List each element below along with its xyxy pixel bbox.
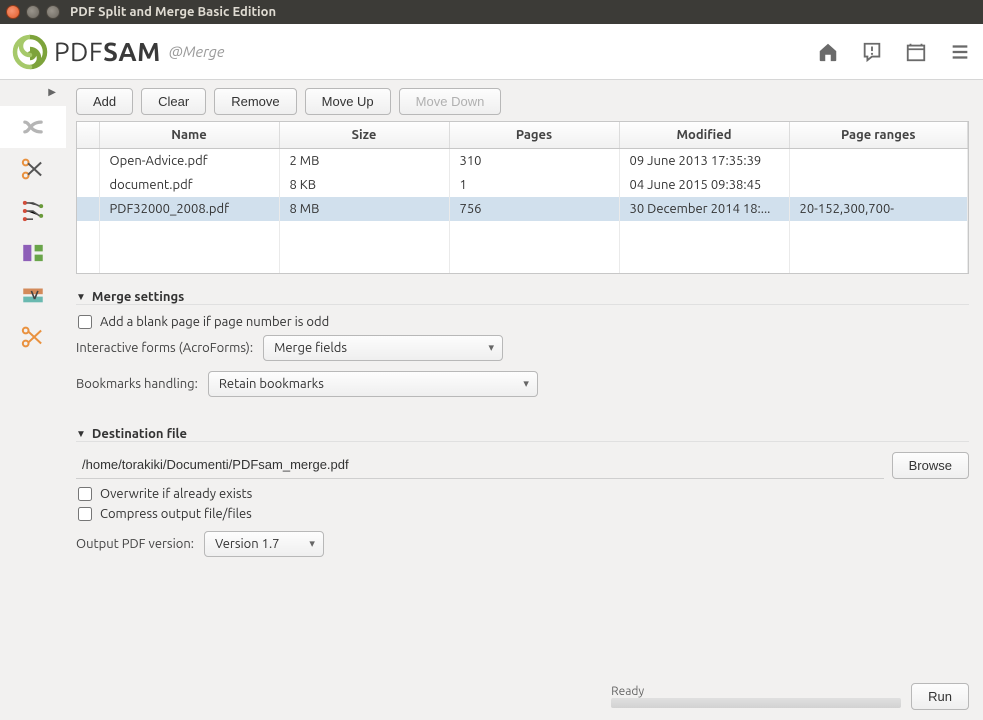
blank-odd-label: Add a blank page if page number is odd <box>100 315 329 329</box>
window-maximize-icon[interactable] <box>46 5 60 19</box>
news-icon[interactable] <box>905 41 927 63</box>
col-size[interactable]: Size <box>279 122 449 149</box>
clear-button[interactable]: Clear <box>141 88 206 115</box>
module-name: @Merge <box>169 43 225 60</box>
cell-size: 8 KB <box>279 173 449 197</box>
cell-pages: 310 <box>449 149 619 174</box>
sidebar-item-split[interactable] <box>0 148 66 190</box>
pdf-version-label: Output PDF version: <box>76 537 194 551</box>
window-minimize-icon[interactable] <box>26 5 40 19</box>
col-check[interactable] <box>77 122 99 149</box>
cell-modified: 04 June 2015 09:38:45 <box>619 173 789 197</box>
cell-name: Open-Advice.pdf <box>99 149 279 174</box>
destination-section: ▼ Destination file Browse Overwrite if a… <box>76 427 969 571</box>
run-button[interactable]: Run <box>911 683 969 710</box>
window-titlebar: PDF Split and Merge Basic Edition <box>0 0 983 24</box>
cell-size: 8 MB <box>279 197 449 221</box>
destination-title: Destination file <box>92 427 187 441</box>
moveup-button[interactable]: Move Up <box>305 88 391 115</box>
blank-odd-checkbox[interactable] <box>78 315 92 329</box>
remove-button[interactable]: Remove <box>214 88 296 115</box>
cell-ranges[interactable] <box>789 173 968 197</box>
status-text: Ready <box>611 685 901 698</box>
window-close-icon[interactable] <box>6 5 20 19</box>
sidebar-item-split-size[interactable] <box>0 232 66 274</box>
sidebar-expand-icon[interactable]: ▶ <box>0 86 66 106</box>
app-logo-icon <box>12 34 48 70</box>
table-toolbar: Add Clear Remove Move Up Move Down <box>76 88 969 115</box>
progress-bar <box>611 698 901 708</box>
cell-pages: 756 <box>449 197 619 221</box>
col-ranges[interactable]: Page ranges <box>789 122 968 149</box>
logo-pdf: PDF <box>54 37 103 66</box>
sidebar-item-split-bookmarks[interactable] <box>0 190 66 232</box>
sidebar: ▶ <box>0 80 66 720</box>
home-icon[interactable] <box>817 41 839 63</box>
cell-modified: 30 December 2014 18:... <box>619 197 789 221</box>
merge-settings-section: ▼ Merge settings Add a blank page if pag… <box>76 290 969 411</box>
menu-icon[interactable] <box>949 41 971 63</box>
table-row[interactable]: PDF32000_2008.pdf8 MB75630 December 2014… <box>77 197 968 221</box>
overwrite-checkbox[interactable] <box>78 487 92 501</box>
bookmarks-combo[interactable]: Retain bookmarks <box>208 371 538 397</box>
col-name[interactable]: Name <box>99 122 279 149</box>
collapse-icon: ▼ <box>76 428 86 440</box>
col-modified[interactable]: Modified <box>619 122 789 149</box>
sidebar-item-merge[interactable] <box>0 106 66 148</box>
cell-name: document.pdf <box>99 173 279 197</box>
cell-modified: 09 June 2013 17:35:39 <box>619 149 789 174</box>
cell-pages: 1 <box>449 173 619 197</box>
table-row[interactable]: Open-Advice.pdf2 MB31009 June 2013 17:35… <box>77 149 968 174</box>
files-table: Name Size Pages Modified Page ranges Ope… <box>76 121 969 274</box>
destination-input[interactable] <box>76 453 884 479</box>
pdf-version-combo[interactable]: Version 1.7 <box>204 531 324 557</box>
logo-sam: SAM <box>103 37 161 66</box>
bookmarks-label: Bookmarks handling: <box>76 377 198 391</box>
bookmarks-value: Retain bookmarks <box>219 377 324 391</box>
merge-settings-header[interactable]: ▼ Merge settings <box>76 290 969 305</box>
sidebar-item-alternate-mix[interactable] <box>0 274 66 316</box>
browse-button[interactable]: Browse <box>892 452 969 479</box>
app-header: PDFSAM @Merge <box>0 24 983 80</box>
destination-header[interactable]: ▼ Destination file <box>76 427 969 442</box>
cell-name: PDF32000_2008.pdf <box>99 197 279 221</box>
forms-value: Merge fields <box>274 341 347 355</box>
cell-ranges[interactable]: 20-152,300,700- <box>789 197 968 221</box>
app-logo-text: PDFSAM <box>54 37 161 66</box>
compress-checkbox[interactable] <box>78 507 92 521</box>
add-button[interactable]: Add <box>76 88 133 115</box>
sidebar-item-rotate[interactable] <box>0 316 66 358</box>
footer: Ready Run <box>76 669 969 710</box>
pdf-version-value: Version 1.7 <box>215 537 280 551</box>
forms-label: Interactive forms (AcroForms): <box>76 341 253 355</box>
forms-combo[interactable]: Merge fields <box>263 335 503 361</box>
movedown-button[interactable]: Move Down <box>399 88 502 115</box>
col-pages[interactable]: Pages <box>449 122 619 149</box>
compress-label: Compress output file/files <box>100 507 252 521</box>
cell-ranges[interactable] <box>789 149 968 174</box>
feedback-icon[interactable] <box>861 41 883 63</box>
table-row[interactable]: document.pdf8 KB104 June 2015 09:38:45 <box>77 173 968 197</box>
overwrite-label: Overwrite if already exists <box>100 487 252 501</box>
merge-settings-title: Merge settings <box>92 290 184 304</box>
window-title: PDF Split and Merge Basic Edition <box>70 5 276 19</box>
cell-size: 2 MB <box>279 149 449 174</box>
collapse-icon: ▼ <box>76 291 86 303</box>
